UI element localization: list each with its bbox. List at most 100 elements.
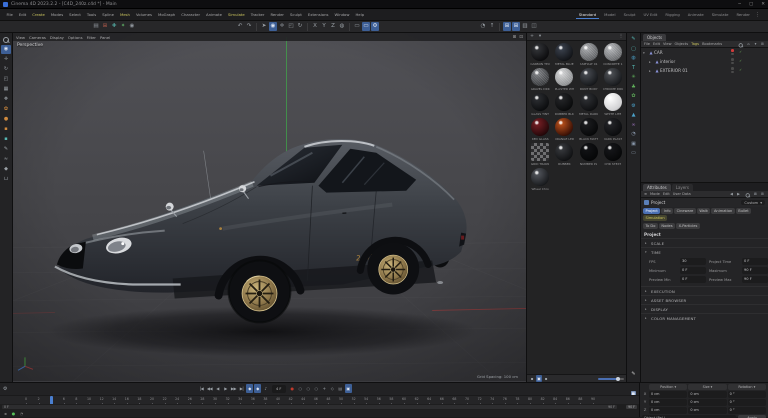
enabled-check-icon[interactable]: ✓	[739, 68, 742, 72]
material-item[interactable]: DARK PLAST	[601, 117, 625, 142]
next-key-icon[interactable]: ▶▶	[230, 384, 237, 393]
lock-icon[interactable]: ⊠	[753, 191, 758, 197]
attr-tab-simulation[interactable]: Simulation	[643, 215, 668, 221]
polygon-mode-icon[interactable]: ▪	[1, 135, 11, 144]
status-clock-icon[interactable]: ◔	[19, 411, 24, 417]
popout-icon[interactable]: ⊞	[760, 191, 765, 197]
coord-x-position[interactable]: 0 cm	[649, 391, 688, 398]
text-icon[interactable]: T	[628, 64, 639, 72]
viewport[interactable]: 240Z	[13, 33, 527, 382]
viewport-menu-panel[interactable]: Panel	[100, 35, 110, 40]
status-ok-icon[interactable]: ●	[11, 411, 16, 417]
material-item[interactable]: GRAVEL DRK	[528, 67, 552, 92]
attr-tab-nodes[interactable]: Nodes	[658, 223, 676, 229]
lock-z-icon[interactable]: Z	[329, 22, 337, 31]
menu-character[interactable]: Character	[179, 11, 203, 18]
section-display[interactable]: ▸ Display	[641, 304, 768, 313]
preview-range[interactable]: 0 F 90 F	[2, 405, 617, 409]
layout-icon[interactable]: ▤	[92, 22, 100, 31]
menu-render[interactable]: Render	[268, 11, 287, 18]
rotate-icon[interactable]: ↻	[296, 22, 304, 31]
material-item[interactable]: NUMBER PL	[577, 142, 601, 167]
material-size-slider[interactable]	[598, 376, 624, 381]
section-execution[interactable]: ▸ Execution	[641, 286, 768, 295]
spline-icon[interactable]: ≈	[1, 155, 11, 164]
viewport-toggle-icon[interactable]: ⊞	[512, 35, 516, 40]
path-icon[interactable]: ⊞	[760, 41, 765, 47]
layout-tabs-menu-icon[interactable]: ⋮	[755, 12, 760, 18]
grid-view-icon[interactable]: ▣	[536, 375, 542, 382]
sound-icon[interactable]: ♪	[262, 384, 269, 393]
material-item[interactable]: PLASTER WH	[552, 67, 576, 92]
magnet-icon[interactable]: ◆	[1, 165, 11, 174]
prev-key-icon[interactable]: ◀◀	[206, 384, 213, 393]
attr-tab-cineware[interactable]: Cineware	[674, 208, 696, 214]
material-item[interactable]: CHROME DRK	[601, 67, 625, 92]
menu-modes[interactable]: Modes	[48, 11, 65, 18]
object-row-exterior-01[interactable]: ▸ ▲ EXTERIOR 01 ✓	[641, 66, 768, 75]
menu-tools[interactable]: Tools	[84, 11, 98, 18]
menu-tracker[interactable]: Tracker	[248, 11, 267, 18]
lock-y-icon[interactable]: Y	[320, 22, 328, 31]
material-item[interactable]: ASPHALT 01	[577, 42, 601, 67]
history-icon[interactable]: ⊞	[101, 22, 109, 31]
scale-icon[interactable]: ◰	[1, 75, 11, 84]
record-param-icon[interactable]: +	[321, 384, 328, 393]
attributes-menu-edit[interactable]: Edit	[663, 192, 670, 196]
attr-tab-walk[interactable]: Walk	[696, 208, 711, 214]
viewport-menu-display[interactable]: Display	[50, 35, 64, 40]
attr-tab-x-particles[interactable]: X-Particles	[676, 223, 700, 229]
material-item[interactable]: ORANGE LED	[552, 117, 576, 142]
up-icon[interactable]: ↑	[488, 22, 496, 31]
objects-menu-tags[interactable]: Tags	[691, 42, 699, 46]
coord-system-icon[interactable]: ◍	[338, 22, 346, 31]
coord-y-size[interactable]: 0 cm	[688, 399, 727, 406]
layout-a-icon[interactable]: ▥	[521, 22, 529, 31]
mirror-icon[interactable]: ⊔	[1, 175, 11, 184]
record-icon[interactable]: ●	[289, 384, 296, 393]
material-item[interactable]: CHR STEXT	[601, 142, 625, 167]
undo-icon[interactable]: ↶	[236, 22, 244, 31]
snap-icon[interactable]: ❖	[1, 95, 11, 104]
maximize-button[interactable]: ▢	[749, 2, 753, 7]
grid-toggle-icon[interactable]: ⊞	[503, 22, 511, 31]
tab-attributes[interactable]: Attributes	[643, 184, 671, 191]
pen-icon[interactable]: ✎	[1, 145, 11, 154]
record-pla-icon[interactable]: ◇	[329, 384, 336, 393]
overflow-icon[interactable]: ⋮	[618, 33, 624, 40]
material-item[interactable]: CONCRETE 1	[601, 42, 625, 67]
section-scale[interactable]: ▸ Scale	[641, 238, 768, 247]
menu-select[interactable]: Select	[67, 11, 84, 18]
minimize-button[interactable]: ─	[738, 2, 741, 7]
array-icon[interactable]: ♣	[628, 83, 639, 91]
search-icon[interactable]	[1, 35, 11, 44]
timeline-list-icon[interactable]: ▤	[337, 384, 344, 393]
section-asset-browser[interactable]: ▸ Asset Browser	[641, 295, 768, 304]
material-item[interactable]: GRID TRANS	[528, 142, 552, 167]
search-icon[interactable]	[737, 42, 743, 48]
enabled-check-icon[interactable]: ✓	[739, 50, 742, 54]
layout-tab-standard[interactable]: Standard	[575, 11, 600, 19]
clock-icon[interactable]: ◔	[479, 22, 487, 31]
menu-window[interactable]: Window	[332, 11, 352, 18]
objects-menu-view[interactable]: View	[663, 42, 672, 46]
coord-x-rotation[interactable]: 0 °	[727, 391, 766, 398]
snap-icon[interactable]: ✦	[119, 22, 127, 31]
preview-range-bar[interactable]: 0 F 90 F 90 F	[0, 404, 639, 410]
axis-icon[interactable]: ✚	[110, 22, 118, 31]
goto-end-icon[interactable]: ▶|	[238, 384, 245, 393]
menu-file[interactable]: File	[4, 11, 15, 18]
keyframe-selection-icon[interactable]: ◆	[254, 384, 261, 393]
menu-volumes[interactable]: Volumes	[133, 11, 154, 18]
autokey-icon[interactable]: ◆	[246, 384, 253, 393]
list-view-icon[interactable]: ▪	[529, 375, 535, 382]
objects-menu-file[interactable]: File	[644, 42, 650, 46]
quad-view-icon[interactable]: ⊞	[512, 22, 520, 31]
move-icon[interactable]: ✛	[278, 22, 286, 31]
coord-z-size[interactable]: 0 cm	[688, 407, 727, 414]
render-picture-viewer-icon[interactable]: ▭	[362, 22, 370, 31]
record-rotation-icon[interactable]: ○	[313, 384, 320, 393]
timeline-options-icon[interactable]: ⚙	[3, 386, 7, 392]
live-selection-icon[interactable]: ◉	[269, 22, 277, 31]
visibility-dots[interactable]	[731, 67, 734, 74]
